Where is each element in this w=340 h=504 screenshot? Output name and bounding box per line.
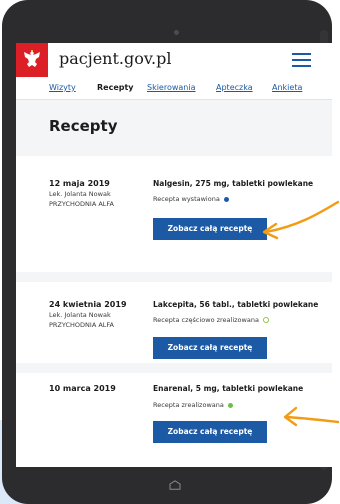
annotation-arrow-icon (262, 200, 340, 240)
prescription-status: Recepta częściowo zrealizowana (153, 316, 269, 324)
prescription-date: 12 maja 2019 (49, 179, 110, 188)
card-divider (16, 363, 332, 373)
prescription-status: Recepta wystawiona (153, 195, 229, 203)
site-header: pacjent.gov.pl (16, 43, 332, 77)
page-title: Recepty (49, 117, 118, 135)
tab-skierowania[interactable]: Skierowania (147, 83, 196, 92)
polish-eagle-icon (24, 50, 40, 67)
tab-bar: Wizyty Recepty Skierowania Apteczka Anki… (16, 77, 332, 100)
drug-name: Nalgesin, 275 mg, tabletki powlekane (153, 179, 314, 188)
prescription-doctor: Lek. Jolanta Nowak (49, 311, 111, 319)
camera-icon (174, 30, 179, 35)
tab-recepty[interactable]: Recepty (97, 83, 134, 92)
prescription-status: Recepta zrealizowana (153, 401, 233, 409)
site-name[interactable]: pacjent.gov.pl (59, 49, 171, 68)
view-prescription-button[interactable]: Zobacz całą receptę (153, 218, 267, 240)
prescription-date: 10 marca 2019 (49, 384, 116, 393)
annotation-arrow-icon (283, 406, 340, 427)
view-prescription-button[interactable]: Zobacz całą receptę (153, 421, 267, 443)
view-prescription-button[interactable]: Zobacz całą receptę (153, 337, 267, 359)
tab-wizyty[interactable]: Wizyty (49, 83, 76, 92)
prescription-doctor-cut: ………… (49, 395, 75, 398)
prescription-date: 24 kwietnia 2019 (49, 300, 127, 309)
prescription-clinic: PRZYCHODNIA ALFA (49, 200, 114, 208)
status-dot-icon (223, 196, 229, 202)
prescription-doctor: Lek. Jolanta Nowak (49, 190, 111, 198)
prescription-clinic: PRZYCHODNIA ALFA (49, 321, 114, 329)
logo-badge[interactable] (16, 43, 48, 77)
status-label: Recepta częściowo zrealizowana (153, 316, 259, 324)
status-label: Recepta zrealizowana (153, 401, 224, 409)
drug-name: Enarenal, 5 mg, tabletki powlekane (153, 384, 304, 393)
tab-ankieta[interactable]: Ankieta (272, 83, 302, 92)
home-icon[interactable] (169, 480, 181, 490)
hamburger-menu-icon[interactable] (292, 53, 311, 67)
status-label: Recepta wystawiona (153, 195, 220, 203)
tab-apteczka[interactable]: Apteczka (216, 83, 253, 92)
page-title-bar: Recepty (16, 100, 332, 156)
drug-name: Lakcepita, 56 tabl., tabletki powlekane (153, 300, 319, 309)
status-dot-icon (227, 402, 233, 408)
card-divider (16, 272, 332, 282)
status-dot-icon (262, 317, 269, 323)
